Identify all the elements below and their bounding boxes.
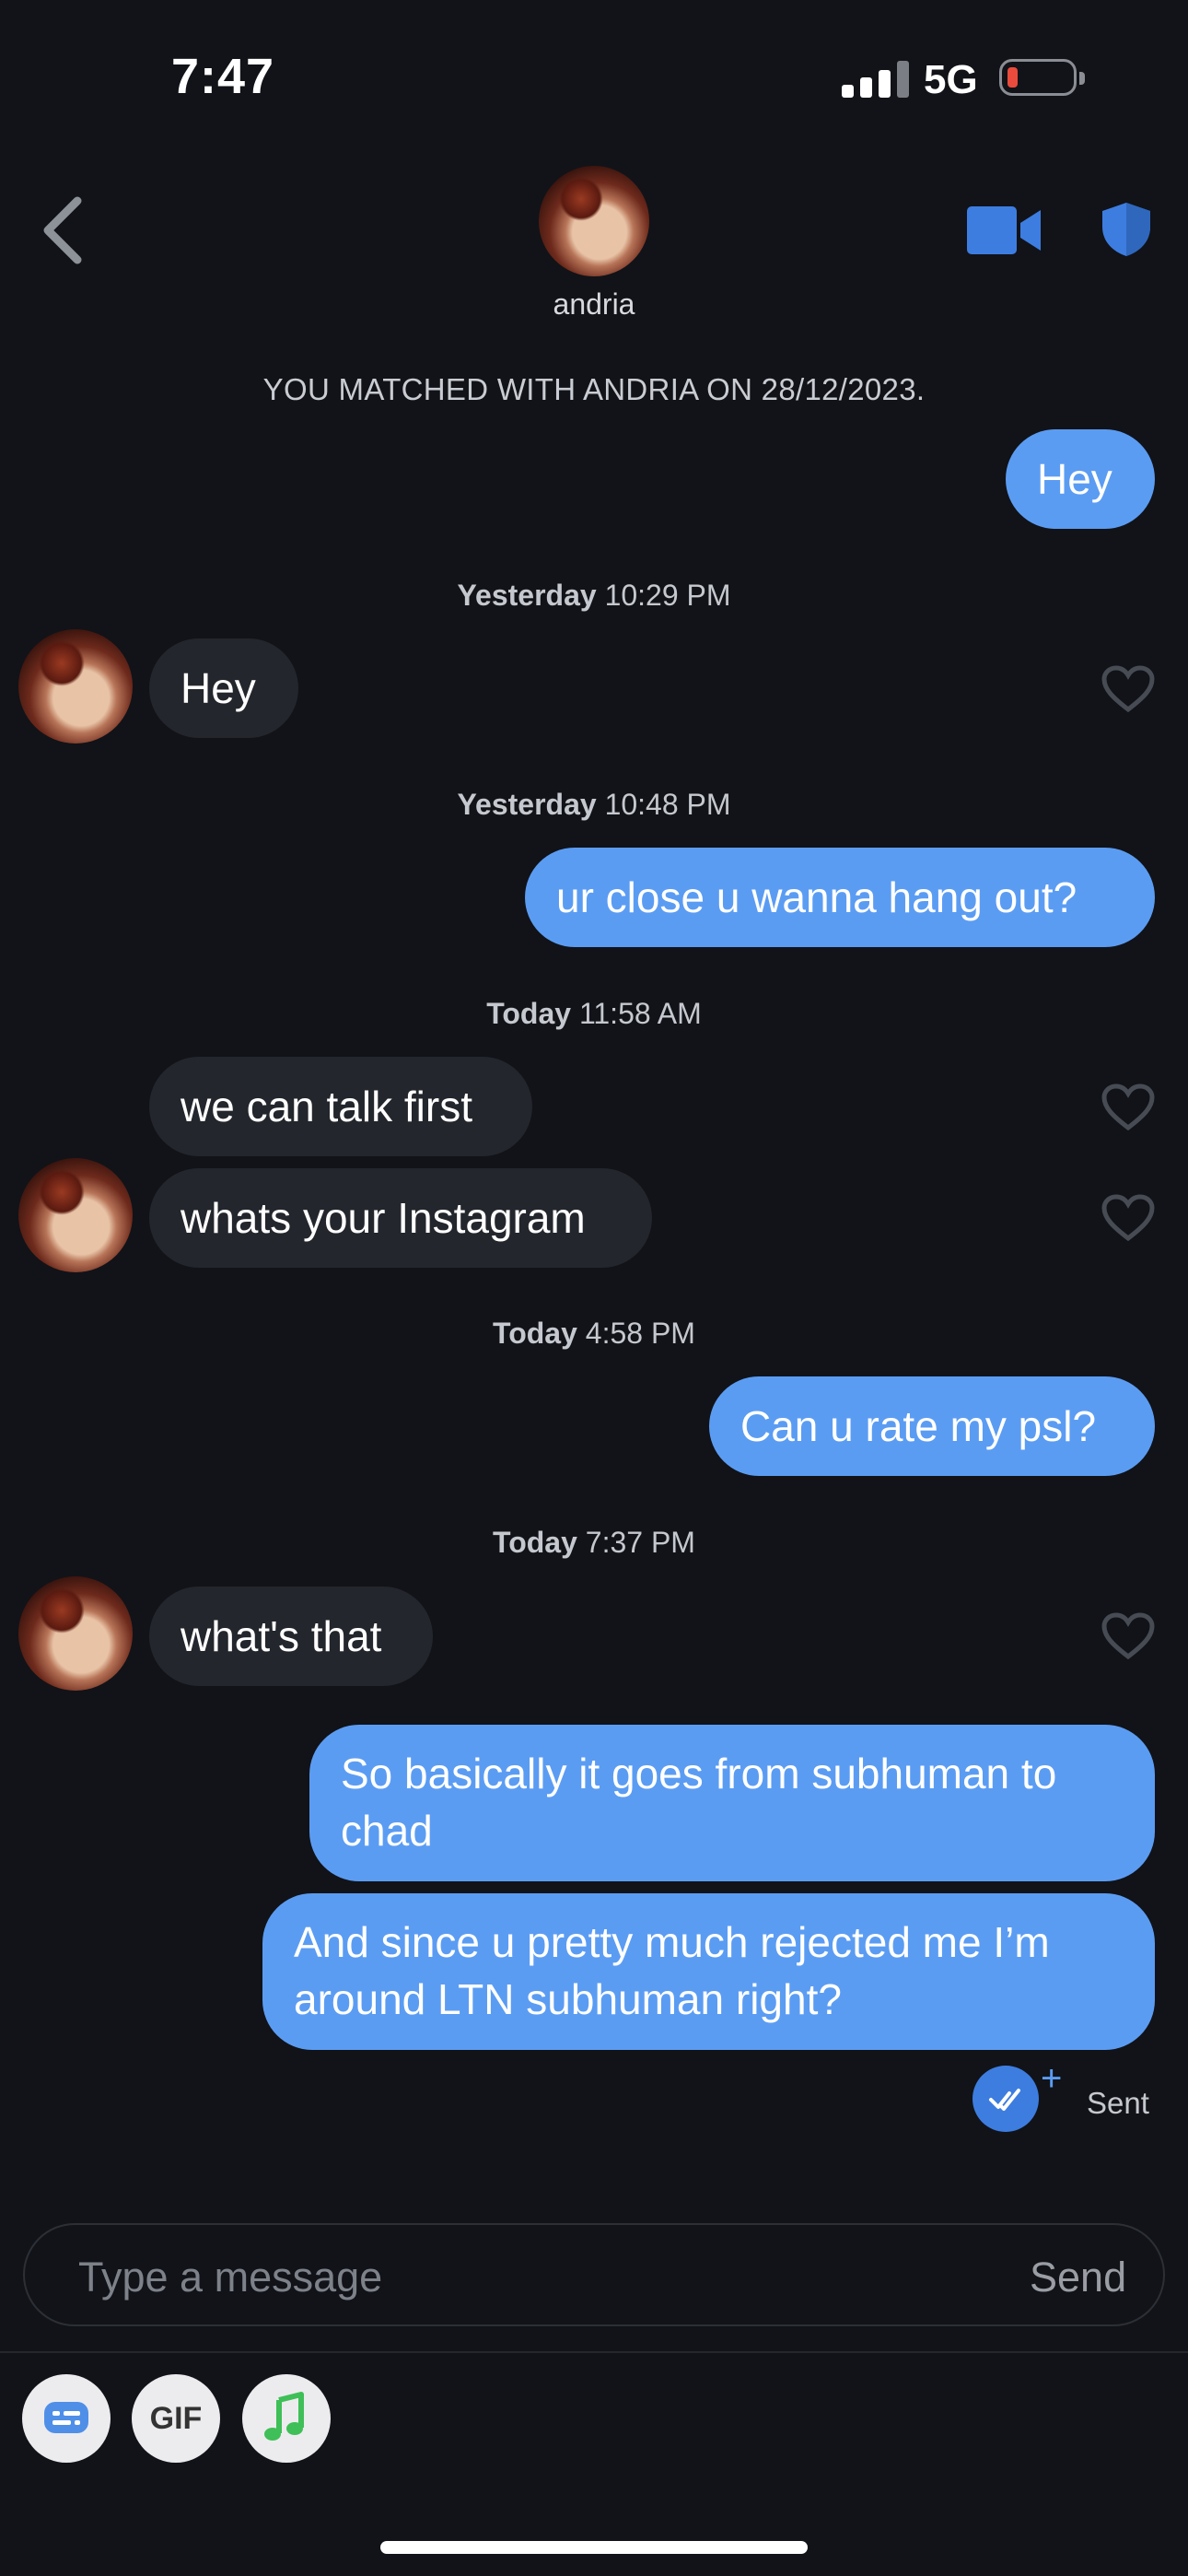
timestamp: Today 11:58 AM bbox=[0, 997, 1188, 1031]
sender-avatar[interactable] bbox=[18, 629, 133, 744]
sticker-icon bbox=[44, 2402, 88, 2433]
timestamp-time: 10:29 PM bbox=[604, 579, 731, 612]
incoming-message[interactable]: what's that bbox=[149, 1587, 433, 1686]
outgoing-message[interactable]: Can u rate my psl? bbox=[709, 1376, 1155, 1476]
outgoing-message[interactable]: And since u pretty much rejected me I’m … bbox=[262, 1893, 1155, 2050]
incoming-message[interactable]: we can talk first bbox=[149, 1057, 532, 1156]
heart-icon[interactable] bbox=[1101, 1083, 1155, 1131]
timestamp: Today 7:37 PM bbox=[0, 1526, 1188, 1560]
timestamp-day: Yesterday bbox=[457, 788, 597, 821]
network-label: 5G bbox=[924, 57, 978, 102]
timestamp-day: Today bbox=[486, 997, 572, 1030]
read-check-icon bbox=[973, 2066, 1039, 2132]
profile-name[interactable]: andria bbox=[502, 287, 686, 322]
sender-avatar[interactable] bbox=[18, 1576, 133, 1691]
timestamp-time: 11:58 AM bbox=[578, 997, 702, 1030]
heart-icon[interactable] bbox=[1101, 1194, 1155, 1242]
battery-icon bbox=[999, 59, 1085, 96]
divider bbox=[0, 2351, 1188, 2353]
timestamp-day: Today bbox=[493, 1526, 577, 1559]
outgoing-message[interactable]: ur close u wanna hang out? bbox=[525, 848, 1155, 947]
gif-icon: GIF bbox=[149, 2401, 203, 2436]
profile-avatar[interactable] bbox=[539, 166, 649, 276]
timestamp-time: 10:48 PM bbox=[604, 788, 731, 821]
timestamp: Yesterday 10:29 PM bbox=[0, 579, 1188, 613]
incoming-message[interactable]: Hey bbox=[149, 638, 298, 738]
home-indicator[interactable] bbox=[380, 2541, 808, 2554]
timestamp-day: Today bbox=[493, 1317, 577, 1350]
incoming-message[interactable]: whats your Instagram bbox=[149, 1168, 652, 1268]
timestamp-day: Yesterday bbox=[457, 579, 597, 612]
send-button[interactable]: Send bbox=[1030, 2254, 1126, 2301]
video-call-icon[interactable] bbox=[967, 205, 1042, 256]
timestamp-time: 7:37 PM bbox=[585, 1526, 695, 1559]
outgoing-message[interactable]: So basically it goes from subhuman to ch… bbox=[309, 1725, 1155, 1881]
music-button[interactable] bbox=[242, 2374, 331, 2463]
shield-icon[interactable] bbox=[1101, 201, 1152, 258]
outgoing-message[interactable]: Hey bbox=[1006, 429, 1155, 529]
heart-icon[interactable] bbox=[1101, 1612, 1155, 1660]
timestamp-time: 4:58 PM bbox=[585, 1317, 695, 1350]
back-chevron-icon[interactable] bbox=[37, 193, 92, 267]
sent-status: Sent bbox=[1087, 2086, 1149, 2120]
sticker-button[interactable] bbox=[22, 2374, 111, 2463]
timestamp: Yesterday 10:48 PM bbox=[0, 788, 1188, 822]
status-time: 7:47 bbox=[171, 49, 275, 104]
message-input-placeholder[interactable]: Type a message bbox=[78, 2254, 382, 2301]
sender-avatar[interactable] bbox=[18, 1158, 133, 1272]
gif-button[interactable]: GIF bbox=[132, 2374, 220, 2463]
plus-icon[interactable]: + bbox=[1041, 2060, 1062, 2097]
match-notice: YOU MATCHED WITH ANDRIA ON 28/12/2023. bbox=[262, 372, 926, 406]
timestamp: Today 4:58 PM bbox=[0, 1317, 1188, 1351]
heart-icon[interactable] bbox=[1101, 665, 1155, 713]
music-icon bbox=[264, 2392, 304, 2441]
signal-strength-icon bbox=[842, 61, 909, 98]
